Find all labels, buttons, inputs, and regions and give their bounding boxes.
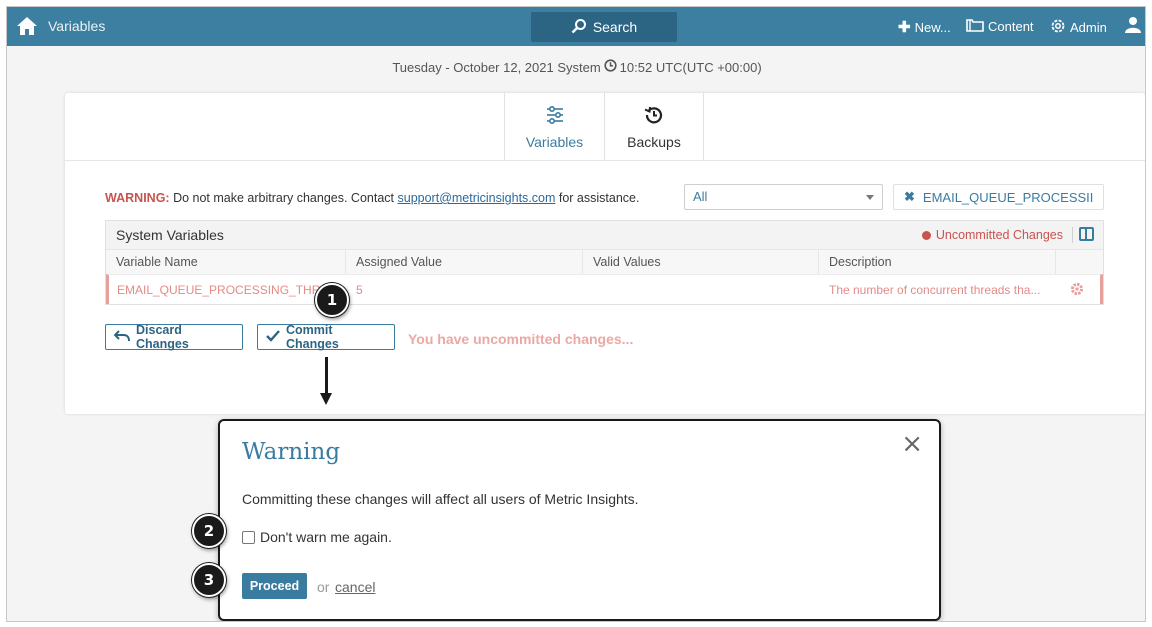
or-text: or [317,579,330,595]
cell-description: The number of concurrent threads tha... [829,283,1041,297]
history-icon [644,105,664,128]
home-icon[interactable] [15,15,39,37]
annotation-arrow-line [325,357,328,397]
uncommitted-status: Uncommitted Changes [921,228,1063,242]
uncommitted-changes-message: You have uncommitted changes... [408,331,634,347]
support-email-link[interactable]: support@metricinsights.com [398,191,556,205]
warning-message: WARNING: Do not make arbitrary changes. … [105,191,639,205]
search-button[interactable]: Search [531,12,677,42]
proceed-button[interactable]: Proceed [242,573,307,599]
grid-title: System Variables [116,227,224,243]
new-menu[interactable]: ✚ New... [898,18,951,36]
date-text: Tuesday - October 12, 2021 System [392,59,601,75]
filter-chip-value: EMAIL_QUEUE_PROCESSII [922,189,1094,205]
tab-backups[interactable]: Backups [604,93,704,161]
col-description[interactable]: Description [819,250,1056,274]
cancel-link[interactable]: cancel [335,579,375,595]
status-dot-icon [921,230,931,240]
col-variable-name[interactable]: Variable Name [106,250,346,274]
close-icon[interactable]: × [901,429,923,459]
app-window: Variables Search ✚ New... Content Admin [6,6,1146,622]
header-divider [1072,227,1073,243]
cell-valid-values [585,275,821,304]
tab-variables[interactable]: Variables [504,93,604,161]
plus-icon: ✚ [898,19,911,36]
dialog-message: Committing these changes will affect all… [242,491,639,507]
checkmark-icon [266,329,280,345]
system-datetime: Tuesday - October 12, 2021 System 10:52 … [7,59,1145,75]
tab-label-variables: Variables [525,133,584,150]
col-actions [1056,250,1103,274]
variable-filter-chip[interactable]: ✖ EMAIL_QUEUE_PROCESSII [893,184,1104,210]
commit-changes-label: Commit Changes [286,323,339,351]
admin-label: Admin [1070,20,1107,35]
search-icon [571,18,587,37]
clock-icon [604,59,617,75]
folder-icon [966,18,984,35]
table-row[interactable]: EMAIL_QUEUE_PROCESSING_THR 5 The number … [106,274,1103,304]
row-settings-gear-icon[interactable] [1070,282,1084,300]
discard-changes-label: Discard Changes [136,323,189,351]
variables-panel: Variables Backups WARNING: Do not make a… [65,93,1145,414]
remove-filter-icon[interactable]: ✖ [904,189,915,205]
system-variables-grid: System Variables Uncommitted Changes Var… [105,220,1104,305]
col-valid-values[interactable]: Valid Values [583,250,819,274]
callout-2: 2 [192,514,226,548]
callout-3: 3 [192,563,226,597]
gear-icon [1050,18,1066,37]
caret-down-icon [866,195,874,200]
tab-label-backups: Backups [627,133,681,150]
dont-warn-checkbox[interactable] [242,530,255,544]
warning-suffix: for assistance. [558,191,640,205]
dialog-title: Warning [242,439,341,465]
sliders-icon [545,105,565,128]
warning-text: Do not make arbitrary changes. Contact [173,191,395,205]
user-icon[interactable] [1125,16,1141,34]
category-select[interactable]: All [684,184,883,210]
commit-changes-button[interactable]: Commit Changes [257,323,395,351]
annotation-arrow-head [320,393,332,405]
top-navbar: Variables Search ✚ New... Content Admin [7,7,1145,46]
tab-bar: Variables Backups [65,93,1145,161]
warning-dialog: Warning × Committing these changes will … [218,419,941,621]
dont-warn-label: Don't warn me again. [260,529,392,545]
search-label: Search [592,19,638,35]
columns-toggle-icon[interactable] [1079,227,1094,241]
cell-assigned-value: 5 [356,283,363,297]
category-select-value: All [693,189,708,204]
content-menu[interactable]: Content [966,18,1034,35]
uncommitted-status-label: Uncommitted Changes [935,228,1063,242]
discard-changes-button[interactable]: Discard Changes [105,323,243,351]
new-label: New... [914,19,951,35]
cell-variable-name: EMAIL_QUEUE_PROCESSING_THR [117,283,321,297]
time-text: 10:52 UTC(UTC +00:00) [619,59,762,75]
content-label: Content [988,19,1034,34]
admin-menu[interactable]: Admin [1050,18,1107,37]
callout-1: 1 [315,283,349,317]
dont-warn-checkbox-row[interactable]: Don't warn me again. [242,529,392,545]
grid-column-headers: Variable Name Assigned Value Valid Value… [106,249,1103,274]
col-assigned-value[interactable]: Assigned Value [346,250,583,274]
warning-prefix: WARNING: [105,191,170,205]
page-title: Variables [48,18,106,34]
grid-header: System Variables Uncommitted Changes [106,221,1103,249]
undo-icon [113,329,130,345]
